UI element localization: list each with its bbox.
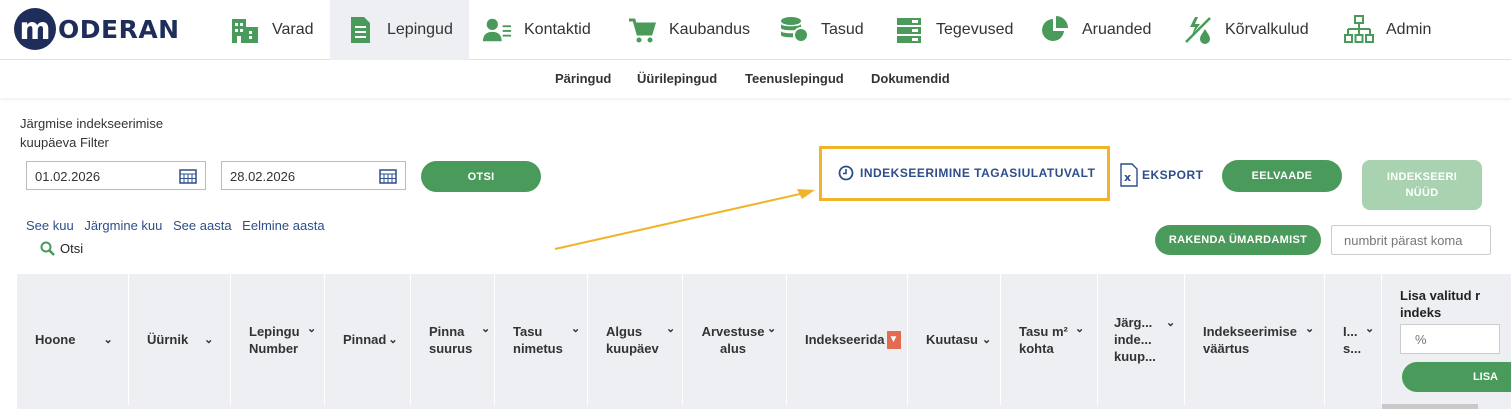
chevron-down-icon[interactable]: ⌄	[982, 333, 991, 346]
column-header-hoone[interactable]: Hoone ⌄	[17, 274, 129, 405]
column-header-kuutasu[interactable]: Kuutasu ⌄	[908, 274, 1001, 405]
column-label: Algus kuupäev	[606, 323, 659, 356]
column-header-indekseerida[interactable]: Indekseerida ▼	[787, 274, 908, 405]
column-header-pinnad[interactable]: Pinnad ⌄	[325, 274, 411, 405]
column-header-yyrnik[interactable]: Üürnik ⌄	[129, 274, 231, 405]
chevron-down-icon[interactable]: ⌄	[1075, 322, 1084, 335]
column-label: Lepingu Number	[249, 323, 300, 356]
column-header-truncated[interactable]: I... s... ⌄	[1325, 274, 1382, 405]
column-label: Pinnad	[343, 332, 387, 347]
column-label: Tasu m² kohta	[1019, 323, 1068, 356]
index-retroactive-label: INDEKSEERIMINE TAGASIULATUVALT	[860, 166, 1096, 180]
column-label: Pinna suurus	[429, 323, 473, 356]
column-header-algus-kuupaev[interactable]: Algus kuupäev ⌄	[588, 274, 683, 405]
column-header-tasu-m2-kohta[interactable]: Tasu m² kohta ⌄	[1001, 274, 1098, 405]
column-header-pinna-suurus[interactable]: Pinna suurus ⌄	[411, 274, 495, 405]
column-label: Tasu nimetus	[513, 323, 563, 356]
chevron-down-icon[interactable]: ⌄	[307, 322, 316, 335]
column-header-tasu-nimetus[interactable]: Tasu nimetus ⌄	[495, 274, 588, 405]
chevron-down-icon[interactable]: ⌄	[767, 322, 776, 335]
column-header-lepingu-number[interactable]: Lepingu Number ⌄	[231, 274, 325, 405]
column-label: Kuutasu	[926, 332, 978, 347]
apply-rounding-button[interactable]: RAKENDA ÜMARDAMIST	[1155, 225, 1321, 255]
chevron-down-icon[interactable]: ▼	[886, 330, 901, 349]
column-label: Indekseerimise väärtus	[1203, 323, 1297, 356]
column-label: Arvestuse alus	[701, 323, 765, 356]
index-retroactive-button[interactable]: INDEKSEERIMINE TAGASIULATUVALT	[838, 165, 1095, 181]
add-index-title: Lisa valitud r indeks	[1400, 288, 1481, 320]
column-label: Indekseerida	[805, 332, 885, 347]
chevron-down-icon[interactable]: ⌄	[1166, 316, 1175, 329]
index-percent-input[interactable]: %	[1400, 324, 1500, 354]
chevron-down-icon[interactable]: ⌄	[388, 333, 397, 346]
rounding-decimals-input[interactable]: numbrit pärast koma	[1331, 225, 1491, 255]
column-header-jargmine-indekseerimine[interactable]: Järg... inde... kuup... ⌄	[1098, 274, 1185, 405]
chevron-down-icon[interactable]: ⌄	[103, 333, 112, 346]
column-label: Üürnik	[147, 332, 189, 347]
chevron-down-icon[interactable]: ⌄	[666, 322, 675, 335]
column-label: I... s...	[1343, 323, 1362, 356]
export-button[interactable]: x EKSPORT	[1120, 163, 1204, 187]
column-label: Hoone	[35, 332, 76, 347]
chevron-down-icon[interactable]: ⌄	[481, 322, 490, 335]
preview-button[interactable]: EELVAADE	[1222, 160, 1342, 192]
svg-text:x: x	[1124, 171, 1132, 184]
column-header-arvestuse-alus[interactable]: Arvestuse alus ⌄	[683, 274, 787, 405]
column-header-indekseerimise-vaartus[interactable]: Indekseerimise väärtus ⌄	[1185, 274, 1325, 405]
add-index-panel: Lisa valitud r indeks % LISA	[1382, 274, 1511, 409]
excel-file-icon: x	[1120, 163, 1138, 187]
chevron-down-icon[interactable]: ⌄	[204, 333, 213, 346]
chevron-down-icon[interactable]: ⌄	[571, 322, 580, 335]
add-index-button[interactable]: LISA	[1402, 362, 1511, 392]
index-now-button[interactable]: INDEKSEERI NÜÜD	[1362, 160, 1482, 210]
horizontal-scrollbar[interactable]	[1382, 404, 1478, 409]
clock-icon	[838, 165, 854, 181]
export-label: EKSPORT	[1142, 168, 1204, 182]
chevron-down-icon[interactable]: ⌄	[1365, 322, 1374, 335]
column-label: Järg... inde... kuup...	[1114, 315, 1156, 364]
chevron-down-icon[interactable]: ⌄	[1305, 322, 1314, 335]
